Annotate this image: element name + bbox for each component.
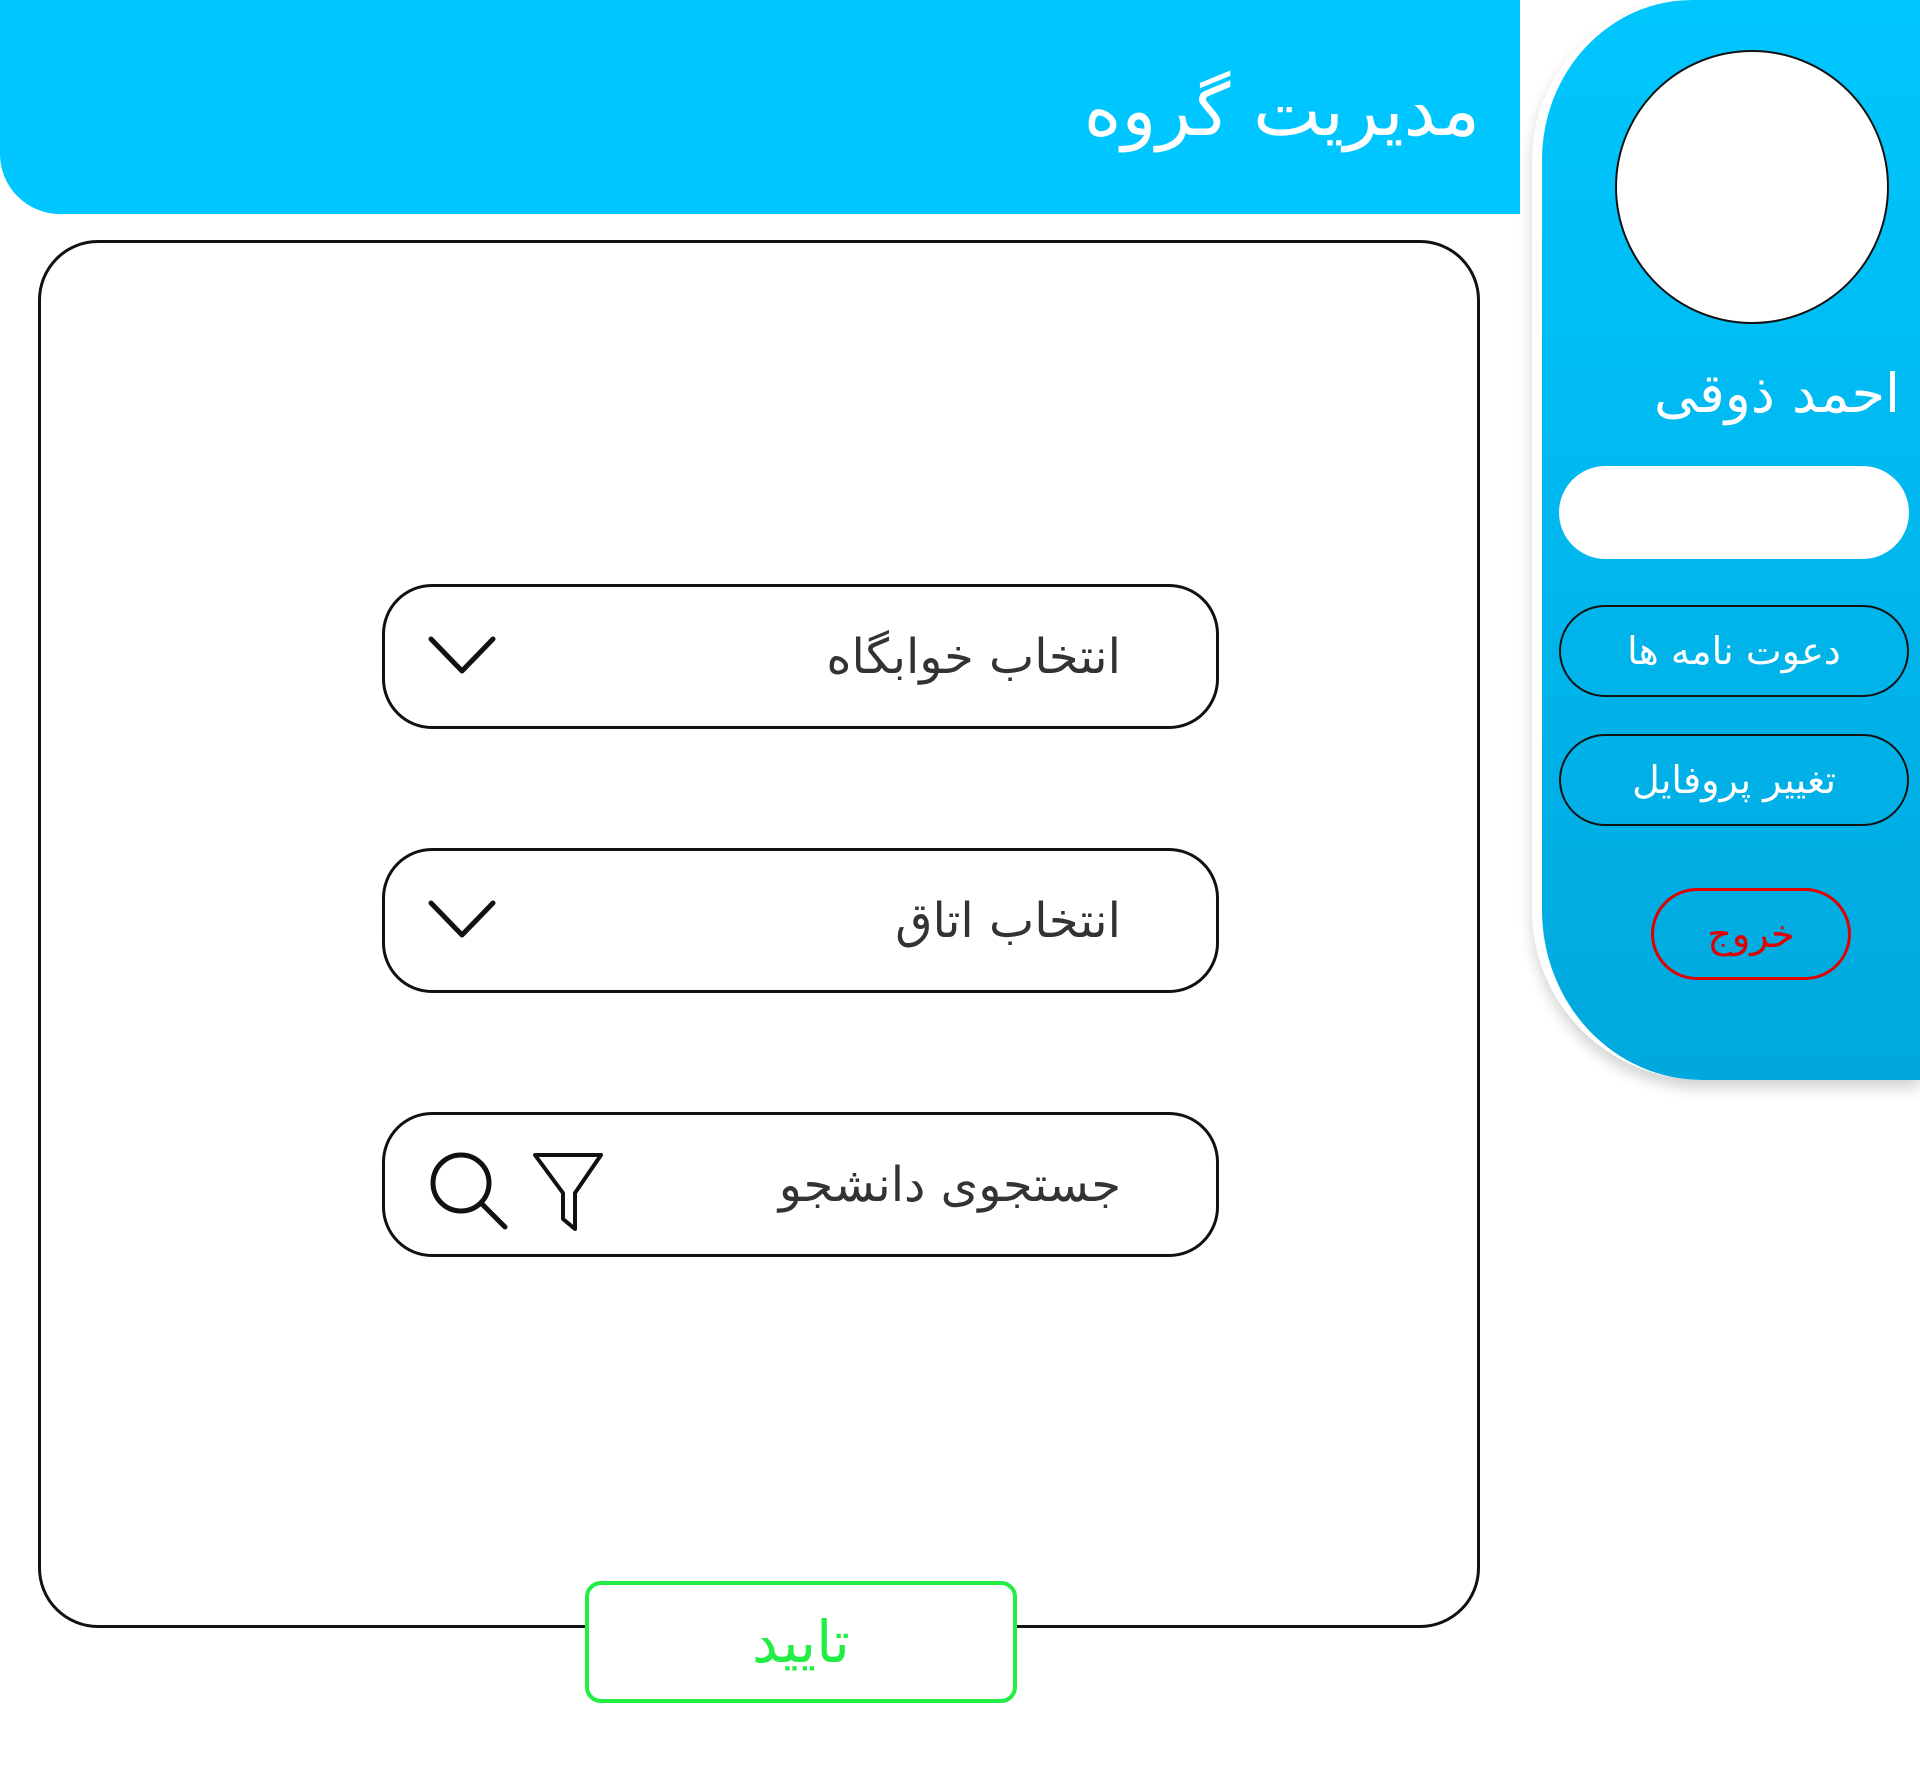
page-title: مدیریت گروه (1083, 68, 1480, 152)
group-management-card: انتخاب خوابگاه انتخاب اتاق جستجوی دانشجو… (38, 240, 1480, 1703)
student-search-label: جستجوی دانشجو (778, 1157, 1121, 1213)
chevron-down-icon[interactable] (427, 631, 497, 681)
page: مدیریت گروه احمد ذوقی دعوت نامه ها تغییر… (0, 0, 1920, 1769)
dorm-select[interactable]: انتخاب خوابگاه (382, 584, 1219, 729)
invites-button[interactable]: دعوت نامه ها (1559, 605, 1909, 697)
logout-button[interactable]: خروج (1651, 888, 1851, 980)
change-profile-button[interactable]: تغییر پروفایل (1559, 734, 1909, 826)
room-select[interactable]: انتخاب اتاق (382, 848, 1219, 993)
room-select-label: انتخاب اتاق (895, 893, 1121, 949)
student-search-input[interactable]: جستجوی دانشجو (382, 1112, 1219, 1257)
user-info-field[interactable] (1559, 466, 1909, 559)
user-name: احمد ذوقی (1653, 362, 1900, 425)
dorm-select-label: انتخاب خوابگاه (826, 629, 1121, 685)
avatar[interactable] (1615, 50, 1889, 324)
confirm-button[interactable]: تایید (585, 1581, 1017, 1703)
chevron-down-icon[interactable] (427, 895, 497, 945)
filter-icon[interactable] (531, 1151, 605, 1233)
search-icon[interactable] (427, 1149, 509, 1231)
